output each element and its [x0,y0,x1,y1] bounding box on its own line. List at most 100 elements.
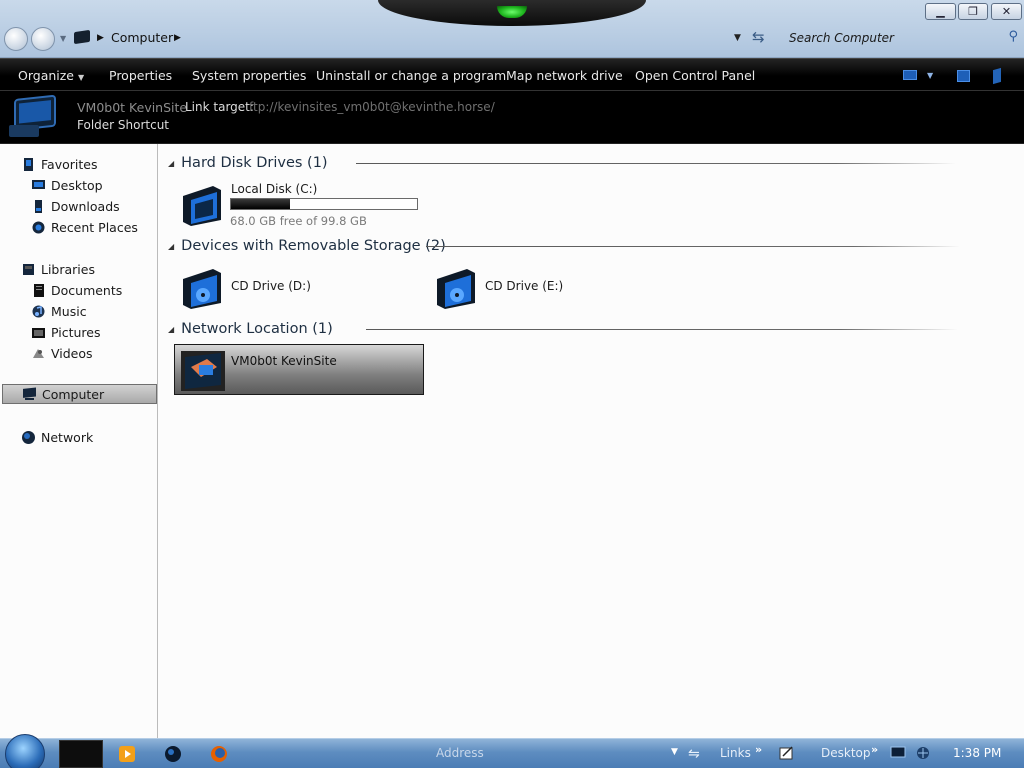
address-toolbar-label[interactable]: Address [436,746,484,760]
system-properties-button[interactable]: System properties [192,68,306,83]
link-target-value: ftp://kevinsites_vm0b0t@kevinthe.horse/ [249,100,495,114]
nav-music-label: Music [51,303,87,319]
documents-icon [34,283,44,297]
search-box[interactable]: ⚲ [782,28,1022,48]
group-removable-storage[interactable]: ◢ Devices with Removable Storage (2) [168,236,446,256]
map-network-drive-button[interactable]: Map network drive [506,68,623,83]
details-item-type: Folder Shortcut [77,118,170,132]
cd-drive-d-tile[interactable]: CD Drive (D:) [160,261,410,313]
recent-places-icon [32,221,45,233]
change-view-icon[interactable] [903,70,917,80]
collapse-triangle-icon: ◢ [168,324,175,334]
nav-recent-places[interactable]: Recent Places [0,217,158,237]
network-location-tile[interactable]: VM0b0t KevinSite [174,344,424,395]
address-dropdown-icon[interactable]: ▼ [734,33,741,43]
firefox-icon[interactable] [210,745,228,763]
nav-downloads[interactable]: Downloads [0,196,158,216]
cd-drive-d-name: CD Drive (D:) [231,279,311,293]
help-icon[interactable] [993,67,1001,85]
desktop-toolbar-label[interactable]: Desktop [821,746,871,760]
desktop-chevron-icon[interactable]: » [871,743,878,756]
group-divider [356,163,956,164]
organize-label: Organize [18,68,74,83]
details-pane: VM0b0t KevinSite Link target: ftp://kevi… [0,91,1024,144]
computer-icon [23,387,36,400]
music-icon [32,305,45,317]
network-tray-icon[interactable] [915,746,931,760]
nav-documents[interactable]: Documents [0,280,158,300]
uninstall-program-button[interactable]: Uninstall or change a program [316,68,506,83]
organize-menu[interactable]: Organize ▼ [18,68,84,83]
hard-disk-icon [183,186,221,226]
local-disk-c-name: Local Disk (C:) [231,182,318,196]
view-options-dropdown-icon[interactable]: ▼ [927,71,933,80]
disk-usage-bar [230,198,418,210]
local-disk-c-free-space: 68.0 GB free of 99.8 GB [230,214,367,228]
system-clock[interactable]: 1:38 PM [953,746,1001,760]
search-input[interactable] [782,28,992,48]
close-button[interactable]: ✕ [991,3,1022,20]
breadcrumb-chevron-icon[interactable]: ▶ [174,33,181,43]
restore-button[interactable]: ❐ [958,3,988,20]
content-pane: ◢ Hard Disk Drives (1) Local Disk (C:) 6… [160,144,1024,738]
nav-computer[interactable]: Computer [2,384,157,404]
breadcrumb-computer[interactable]: Computer [111,30,173,45]
nav-videos-label: Videos [51,345,93,361]
group-network-location[interactable]: ◢ Network Location (1) [168,319,333,339]
edit-note-icon[interactable] [779,746,795,760]
group-divider [426,246,960,247]
group-divider [366,329,958,330]
desktop-icon [32,179,45,189]
go-icon[interactable]: ⇋ [688,746,700,762]
cd-drive-e-tile[interactable]: CD Drive (E:) [414,261,664,313]
preview-pane-icon[interactable] [957,70,970,82]
address-dropdown-icon[interactable]: ▼ [671,747,678,757]
breadcrumb-separator-icon[interactable]: ▶ [97,33,104,43]
command-bar: Organize ▼ Properties System properties U… [0,58,1024,91]
forward-button[interactable] [31,27,55,51]
back-button[interactable] [4,27,28,51]
network-location-name: VM0b0t KevinSite [231,354,337,368]
favorites-star-icon [24,157,33,171]
collapse-triangle-icon: ◢ [168,158,175,168]
start-orb-icon[interactable] [5,734,45,768]
local-disk-c-tile[interactable]: Local Disk (C:) 68.0 GB free of 99.8 GB [160,178,418,230]
minimize-button[interactable]: ▁ [925,3,956,20]
details-item-name: VM0b0t KevinSite [77,100,188,115]
monitor-tray-icon[interactable] [890,746,906,760]
cd-drive-e-name: CD Drive (E:) [485,279,564,293]
search-icon[interactable]: ⚲ [1008,29,1018,44]
pictures-icon [32,327,45,338]
taskbar: Address ▼ ⇋ Links » Desktop » 1:38 PM [0,734,1024,768]
nav-music[interactable]: Music [0,301,158,321]
network-location-icon [181,351,225,391]
nav-desktop[interactable]: Desktop [0,175,158,195]
nav-downloads-label: Downloads [51,198,120,214]
media-player-icon[interactable] [118,745,136,763]
network-globe-icon [22,430,35,444]
chevron-down-icon: ▼ [78,73,85,82]
properties-button[interactable]: Properties [109,68,172,83]
group-title: Network Location (1) [181,321,333,337]
links-chevron-icon[interactable]: » [755,743,762,756]
libraries-icon [23,263,34,275]
nav-pictures[interactable]: Pictures [0,322,158,342]
refresh-icon[interactable]: ⇆ [752,28,765,46]
links-toolbar-label[interactable]: Links [720,746,751,760]
nav-libraries-label: Libraries [41,261,95,277]
computer-breadcrumb-icon[interactable] [74,29,90,45]
group-hard-disk-drives[interactable]: ◢ Hard Disk Drives (1) [168,153,328,173]
recent-pages-dropdown-icon[interactable]: ▼ [60,34,66,43]
nav-videos[interactable]: Videos [0,343,158,363]
group-title: Devices with Removable Storage (2) [181,238,446,254]
nav-favorites[interactable]: Favorites [0,154,158,174]
nav-libraries[interactable]: Libraries [0,259,158,279]
explorer-taskbar-button[interactable] [59,740,103,768]
nav-network[interactable]: Network [0,427,158,447]
cd-drive-icon [437,269,475,309]
videos-icon [33,348,44,358]
globe-app-icon[interactable] [164,745,182,763]
minimize-icon: ▁ [936,5,945,18]
open-control-panel-button[interactable]: Open Control Panel [635,68,755,83]
nav-recent-places-label: Recent Places [51,219,138,235]
